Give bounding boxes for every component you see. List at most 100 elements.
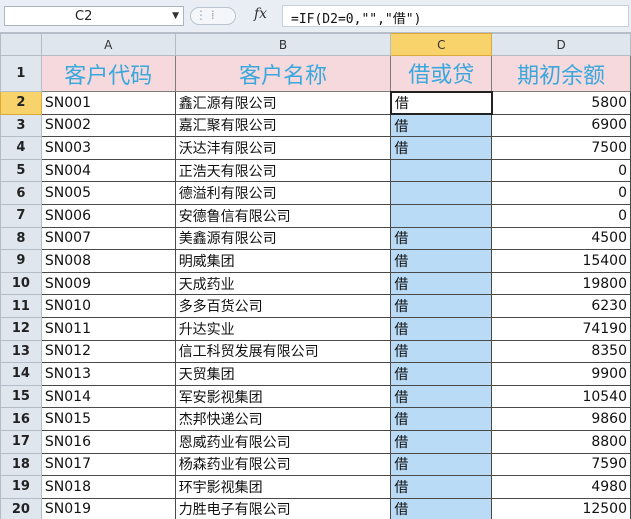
header-cell-code[interactable]: 客户代码 xyxy=(40,55,176,92)
row-header[interactable]: 12 xyxy=(0,316,42,341)
row-header[interactable]: 2 xyxy=(0,91,42,115)
cell-customer-code[interactable]: SN004 xyxy=(40,158,176,183)
cell-customer-name[interactable]: 多多百货公司 xyxy=(174,294,392,318)
cell-debit-credit[interactable]: 借 xyxy=(390,384,493,409)
cell-opening-balance[interactable]: 6900 xyxy=(491,113,631,138)
cell-debit-credit[interactable]: 借 xyxy=(390,362,493,386)
cell-customer-name[interactable]: 安德鲁信有限公司 xyxy=(174,203,392,228)
cell-customer-name[interactable]: 恩威药业有限公司 xyxy=(174,429,392,454)
cell-opening-balance[interactable]: 19800 xyxy=(491,271,631,296)
insert-function-icon[interactable]: fx xyxy=(254,6,267,22)
column-header-b[interactable]: B xyxy=(174,33,392,56)
cell-debit-credit[interactable]: 借 xyxy=(390,497,493,519)
row-header[interactable]: 1 xyxy=(0,55,42,92)
cell-debit-credit[interactable] xyxy=(390,158,493,183)
cell-customer-name[interactable]: 正浩天有限公司 xyxy=(174,158,392,183)
row-header[interactable]: 5 xyxy=(0,158,42,183)
cell-opening-balance[interactable]: 9860 xyxy=(491,407,631,431)
column-header-d[interactable]: D xyxy=(491,33,631,56)
cell-opening-balance[interactable]: 8800 xyxy=(491,429,631,454)
row-header[interactable]: 7 xyxy=(0,203,42,228)
cell-opening-balance[interactable]: 7590 xyxy=(491,452,631,477)
formula-input[interactable]: =IF(D2=0,"","借") xyxy=(282,5,629,27)
cell-customer-name[interactable]: 明威集团 xyxy=(174,249,392,273)
cell-customer-code[interactable]: SN010 xyxy=(40,294,176,318)
select-all-corner[interactable] xyxy=(0,33,42,56)
cell-debit-credit[interactable]: 借 xyxy=(390,407,493,431)
cell-debit-credit[interactable] xyxy=(390,203,493,228)
cell-customer-code[interactable]: SN014 xyxy=(40,384,176,409)
cell-debit-credit[interactable]: 借 xyxy=(390,249,493,273)
cell-customer-code[interactable]: SN003 xyxy=(40,136,176,160)
row-header[interactable]: 9 xyxy=(0,249,42,273)
column-header-c[interactable]: C xyxy=(390,33,493,56)
cell-customer-code[interactable]: SN013 xyxy=(40,362,176,386)
row-header[interactable]: 11 xyxy=(0,294,42,318)
header-cell-name[interactable]: 客户名称 xyxy=(174,55,392,92)
cell-customer-name[interactable]: 升达实业 xyxy=(174,316,392,341)
row-header[interactable]: 16 xyxy=(0,407,42,431)
cell-customer-name[interactable]: 军安影视集团 xyxy=(174,384,392,409)
header-cell-balance[interactable]: 期初余额 xyxy=(491,55,631,92)
row-header[interactable]: 19 xyxy=(0,475,42,499)
cell-opening-balance[interactable]: 0 xyxy=(491,158,631,183)
row-header[interactable]: 3 xyxy=(0,113,42,138)
cell-debit-credit[interactable]: 借 xyxy=(390,316,493,341)
cell-debit-credit[interactable] xyxy=(390,181,493,205)
cell-customer-code[interactable]: SN008 xyxy=(40,249,176,273)
cell-opening-balance[interactable]: 10540 xyxy=(491,384,631,409)
cell-customer-code[interactable]: SN001 xyxy=(40,91,176,115)
cell-debit-credit[interactable]: 借 xyxy=(390,136,493,160)
cell-customer-name[interactable]: 美鑫源有限公司 xyxy=(174,226,392,251)
cell-customer-code[interactable]: SN015 xyxy=(40,407,176,431)
cell-customer-name[interactable]: 杰邦快递公司 xyxy=(174,407,392,431)
row-header[interactable]: 13 xyxy=(0,339,42,364)
cell-customer-name[interactable]: 德溢利有限公司 xyxy=(174,181,392,205)
cell-customer-name[interactable]: 力胜电子有限公司 xyxy=(174,497,392,519)
cell-debit-credit[interactable]: 借 xyxy=(390,271,493,296)
chevron-down-icon[interactable]: ▼ xyxy=(172,11,179,21)
row-header[interactable]: 18 xyxy=(0,452,42,477)
cell-opening-balance[interactable]: 5800 xyxy=(491,91,631,115)
cell-customer-code[interactable]: SN019 xyxy=(40,497,176,519)
cell-opening-balance[interactable]: 4500 xyxy=(491,226,631,251)
row-header[interactable]: 14 xyxy=(0,362,42,386)
cell-customer-code[interactable]: SN011 xyxy=(40,316,176,341)
name-box[interactable]: C2 ▼ xyxy=(4,6,184,26)
cell-customer-name[interactable]: 环宇影视集团 xyxy=(174,475,392,499)
cell-customer-name[interactable]: 鑫汇源有限公司 xyxy=(174,91,392,115)
cell-customer-code[interactable]: SN006 xyxy=(40,203,176,228)
cell-customer-code[interactable]: SN012 xyxy=(40,339,176,364)
cell-customer-name[interactable]: 沃达沣有限公司 xyxy=(174,136,392,160)
row-header[interactable]: 20 xyxy=(0,497,42,519)
cell-debit-credit[interactable]: 借 xyxy=(390,226,493,251)
row-header[interactable]: 8 xyxy=(0,226,42,251)
cell-customer-code[interactable]: SN007 xyxy=(40,226,176,251)
cell-opening-balance[interactable]: 0 xyxy=(491,203,631,228)
cell-debit-credit[interactable]: 借 xyxy=(389,90,493,116)
cell-opening-balance[interactable]: 0 xyxy=(491,181,631,205)
cell-customer-name[interactable]: 天成药业 xyxy=(174,271,392,296)
cell-customer-code[interactable]: SN002 xyxy=(40,113,176,138)
row-header[interactable]: 4 xyxy=(0,136,42,160)
cell-customer-code[interactable]: SN005 xyxy=(40,181,176,205)
cell-debit-credit[interactable]: 借 xyxy=(390,113,493,138)
cell-debit-credit[interactable]: 借 xyxy=(390,475,493,499)
header-cell-flag[interactable]: 借或贷 xyxy=(390,55,493,92)
cell-customer-code[interactable]: SN018 xyxy=(40,475,176,499)
cell-customer-code[interactable]: SN016 xyxy=(40,429,176,454)
cell-customer-name[interactable]: 杨森药业有限公司 xyxy=(174,452,392,477)
cell-opening-balance[interactable]: 12500 xyxy=(491,497,631,519)
cell-customer-code[interactable]: SN009 xyxy=(40,271,176,296)
cell-opening-balance[interactable]: 15400 xyxy=(491,249,631,273)
row-header[interactable]: 15 xyxy=(0,384,42,409)
cell-debit-credit[interactable]: 借 xyxy=(390,339,493,364)
cell-opening-balance[interactable]: 9900 xyxy=(491,362,631,386)
cell-debit-credit[interactable]: 借 xyxy=(390,429,493,454)
cell-opening-balance[interactable]: 8350 xyxy=(491,339,631,364)
cell-customer-name[interactable]: 信工科贸发展有限公司 xyxy=(174,339,392,364)
cell-opening-balance[interactable]: 4980 xyxy=(491,475,631,499)
cell-opening-balance[interactable]: 7500 xyxy=(491,136,631,160)
row-header[interactable]: 17 xyxy=(0,429,42,454)
row-header[interactable]: 6 xyxy=(0,181,42,205)
